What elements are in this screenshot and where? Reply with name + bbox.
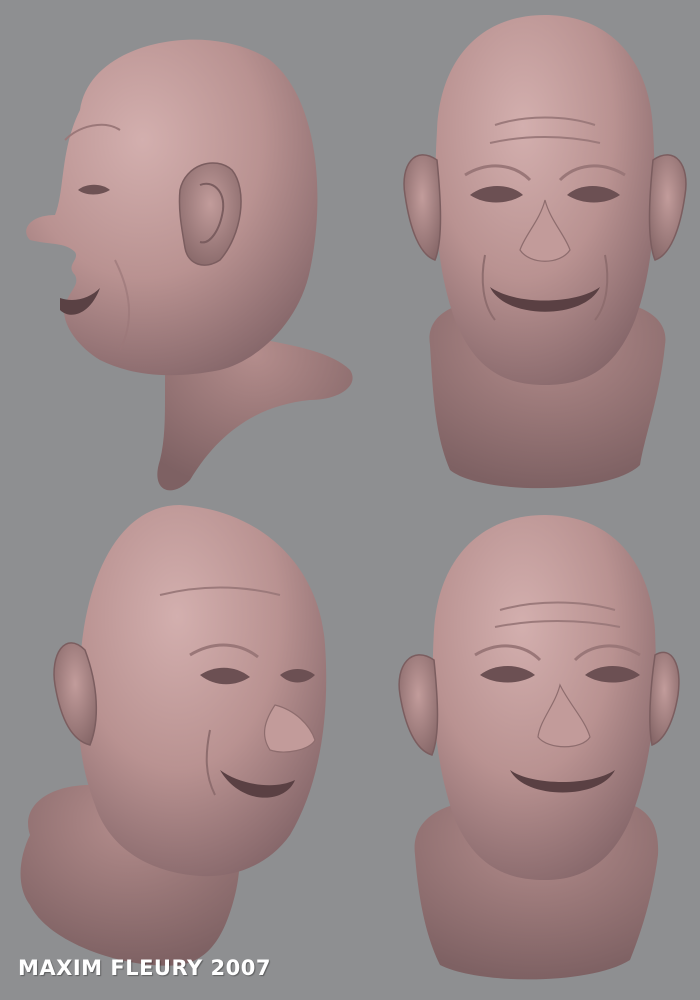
head-front-view [403,15,687,489]
head-three-quarter-view [20,505,327,966]
artist-credit: MAXIM FLEURY 2007 [18,956,271,980]
near-front-view [390,515,690,985]
front-view [395,15,695,495]
side-profile-view [20,20,360,500]
three-quarter-view [10,505,340,975]
head-near-front-view [398,515,680,980]
head-side-profile [26,39,353,491]
sculpt-sheet: MAXIM FLEURY 2007 [0,0,700,1000]
